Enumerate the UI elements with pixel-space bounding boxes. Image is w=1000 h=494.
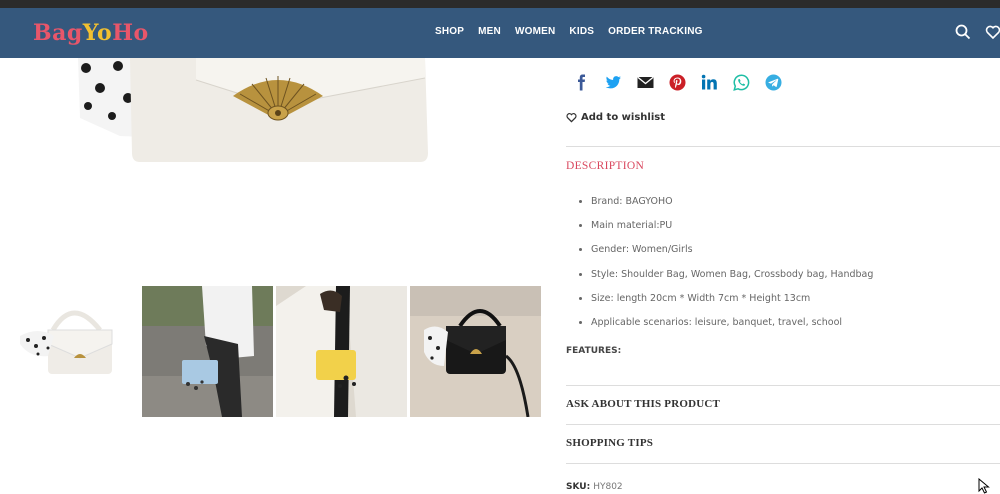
pinterest-icon[interactable] xyxy=(669,74,686,91)
list-item: Style: Shoulder Bag, Women Bag, Crossbod… xyxy=(577,269,873,293)
list-item: Brand: BAGYOHO xyxy=(577,196,873,220)
facebook-icon[interactable] xyxy=(573,74,590,91)
nav-women[interactable]: WOMEN xyxy=(515,26,555,37)
tab-shopping-tips[interactable]: SHOPPING TIPS xyxy=(566,437,653,449)
thumbnail-4[interactable] xyxy=(410,286,541,417)
sku-value: HY802 xyxy=(593,482,623,492)
list-item: Applicable scenarios: leisure, banquet, … xyxy=(577,317,873,341)
email-icon[interactable] xyxy=(637,74,654,91)
list-item: Size: length 20cm * Width 7cm * Height 1… xyxy=(577,293,873,317)
divider xyxy=(566,424,1000,425)
logo-part-bag: Bag xyxy=(33,20,83,46)
list-item: Main material:PU xyxy=(577,220,873,244)
divider xyxy=(566,385,1000,386)
telegram-icon[interactable] xyxy=(765,74,782,91)
add-to-wishlist-link[interactable]: Add to wishlist xyxy=(566,112,665,123)
nav-shop[interactable]: SHOP xyxy=(435,26,464,37)
nav-kids[interactable]: KIDS xyxy=(569,26,594,37)
logo[interactable]: BagYoHo xyxy=(33,20,149,46)
heart-outline-icon xyxy=(566,113,577,123)
list-item: Gender: Women/Girls xyxy=(577,244,873,268)
logo-part-yo: Yo xyxy=(82,20,113,46)
main-product-image[interactable] xyxy=(0,58,545,280)
description-list: Brand: BAGYOHO Main material:PU Gender: … xyxy=(577,196,873,341)
browser-tab-strip: … xyxy=(0,0,1000,8)
thumbnail-3[interactable] xyxy=(276,286,407,417)
divider xyxy=(566,146,1000,147)
twitter-icon[interactable] xyxy=(605,74,622,91)
nav-men[interactable]: MEN xyxy=(478,26,501,37)
thumbnail-1[interactable] xyxy=(8,286,139,417)
tab-description[interactable]: DESCRIPTION xyxy=(566,160,644,172)
tab-ask-about-product[interactable]: ASK ABOUT THIS PRODUCT xyxy=(566,398,720,410)
mouse-cursor-icon xyxy=(978,477,990,494)
heart-icon[interactable] xyxy=(985,24,1000,44)
main-nav: SHOP MEN WOMEN KIDS ORDER TRACKING xyxy=(435,26,717,37)
linkedin-icon[interactable] xyxy=(701,74,718,91)
divider xyxy=(566,463,1000,464)
thumbnail-2[interactable] xyxy=(142,286,273,417)
share-icons xyxy=(573,74,797,91)
search-icon[interactable] xyxy=(955,24,971,44)
logo-part-ho: Ho xyxy=(112,20,149,46)
wishlist-label: Add to wishlist xyxy=(581,112,665,123)
whatsapp-icon[interactable] xyxy=(733,74,750,91)
nav-order-tracking[interactable]: ORDER TRACKING xyxy=(608,26,702,37)
sku: SKU: HY802 xyxy=(566,482,623,492)
features-heading: FEATURES: xyxy=(566,346,622,356)
site-header: BagYoHo SHOP MEN WOMEN KIDS ORDER TRACKI… xyxy=(0,8,1000,58)
sku-label: SKU: xyxy=(566,482,591,492)
